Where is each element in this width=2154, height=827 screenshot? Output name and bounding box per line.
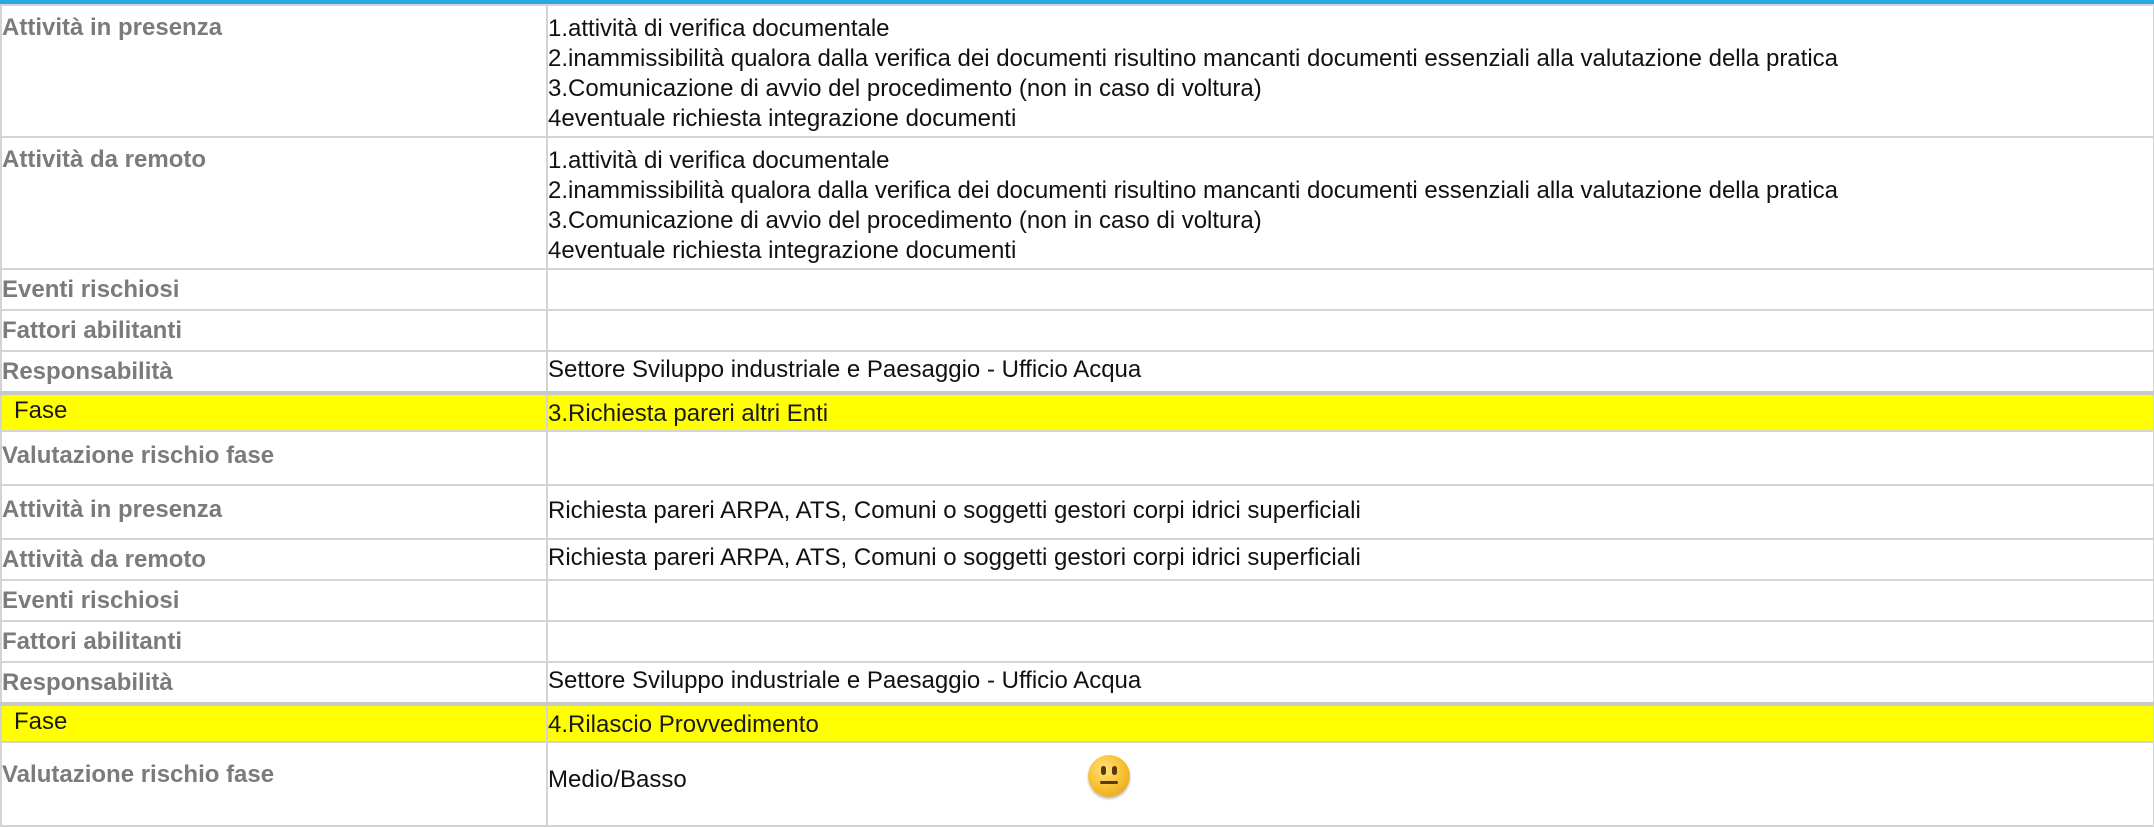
phase-value: 4.Rilascio Provvedimento bbox=[546, 702, 2154, 743]
row-value: Settore Sviluppo industriale e Paesaggio… bbox=[546, 350, 2154, 394]
risk-assessment-table: Attività in presenza 1.attività di verif… bbox=[0, 4, 2154, 827]
row-value: 1.attività di verifica documentale 2.ina… bbox=[546, 136, 2154, 270]
list-item: 3.Comunicazione di avvio del procediment… bbox=[548, 75, 1262, 102]
row-value bbox=[546, 268, 2154, 311]
row-label: Responsabilità bbox=[0, 350, 548, 394]
phase-label: Fase bbox=[0, 702, 548, 743]
table-row: Fattori abilitanti bbox=[0, 620, 2154, 663]
list-item: 2.inammissibilità qualora dalla verifica… bbox=[548, 45, 1838, 72]
row-label: Eventi rischiosi bbox=[0, 268, 548, 311]
phase-header-row: Fase 4.Rilascio Provvedimento bbox=[0, 702, 2154, 743]
table-row: Attività in presenza 1.attività di verif… bbox=[0, 4, 2154, 138]
row-value bbox=[546, 430, 2154, 486]
risk-level-cell: Medio/Basso bbox=[546, 741, 2154, 827]
table-row: Attività da remoto Richiesta pareri ARPA… bbox=[0, 538, 2154, 581]
phase-label: Fase bbox=[0, 391, 548, 432]
row-value bbox=[546, 620, 2154, 663]
row-label: Fattori abilitanti bbox=[0, 620, 548, 663]
table-row: Fattori abilitanti bbox=[0, 309, 2154, 352]
row-label: Attività da remoto bbox=[0, 538, 548, 581]
row-value: 1.attività di verifica documentale 2.ina… bbox=[546, 4, 2154, 138]
row-label: Fattori abilitanti bbox=[0, 309, 548, 352]
list-item: 3.Comunicazione di avvio del procediment… bbox=[548, 207, 1262, 234]
table-row: Attività in presenza Richiesta pareri AR… bbox=[0, 484, 2154, 540]
list-item: 4eventuale richiesta integrazione docume… bbox=[548, 105, 1017, 132]
phase-header-row: Fase 3.Richiesta pareri altri Enti bbox=[0, 391, 2154, 432]
table-row: Responsabilità Settore Sviluppo industri… bbox=[0, 661, 2154, 705]
list-item: 4eventuale richiesta integrazione docume… bbox=[548, 237, 1017, 264]
list-item: 2.inammissibilità qualora dalla verifica… bbox=[548, 177, 1838, 204]
row-value bbox=[546, 309, 2154, 352]
row-value: Richiesta pareri ARPA, ATS, Comuni o sog… bbox=[546, 484, 2154, 540]
row-label: Valutazione rischio fase bbox=[0, 741, 548, 827]
list-item: 1.attività di verifica documentale bbox=[548, 15, 890, 42]
row-value bbox=[546, 579, 2154, 622]
table-row: Attività da remoto 1.attività di verific… bbox=[0, 136, 2154, 270]
neutral-face-emoji-icon bbox=[1088, 755, 1130, 797]
list-item: 1.attività di verifica documentale bbox=[548, 147, 890, 174]
row-label: Attività da remoto bbox=[0, 136, 548, 270]
table-row: Responsabilità Settore Sviluppo industri… bbox=[0, 350, 2154, 394]
row-label: Responsabilità bbox=[0, 661, 548, 705]
row-label: Valutazione rischio fase bbox=[0, 430, 548, 486]
row-value: Richiesta pareri ARPA, ATS, Comuni o sog… bbox=[546, 538, 2154, 581]
table-row: Eventi rischiosi bbox=[0, 268, 2154, 311]
phase-value: 3.Richiesta pareri altri Enti bbox=[546, 391, 2154, 432]
row-label: Eventi rischiosi bbox=[0, 579, 548, 622]
row-label: Attività in presenza bbox=[0, 484, 548, 540]
table-row: Eventi rischiosi bbox=[0, 579, 2154, 622]
row-label: Attività in presenza bbox=[0, 4, 548, 138]
risk-level-value: Medio/Basso bbox=[548, 766, 687, 793]
table-row: Valutazione rischio fase Medio/Basso bbox=[0, 741, 2154, 827]
row-value: Settore Sviluppo industriale e Paesaggio… bbox=[546, 661, 2154, 705]
table-row: Valutazione rischio fase bbox=[0, 430, 2154, 486]
